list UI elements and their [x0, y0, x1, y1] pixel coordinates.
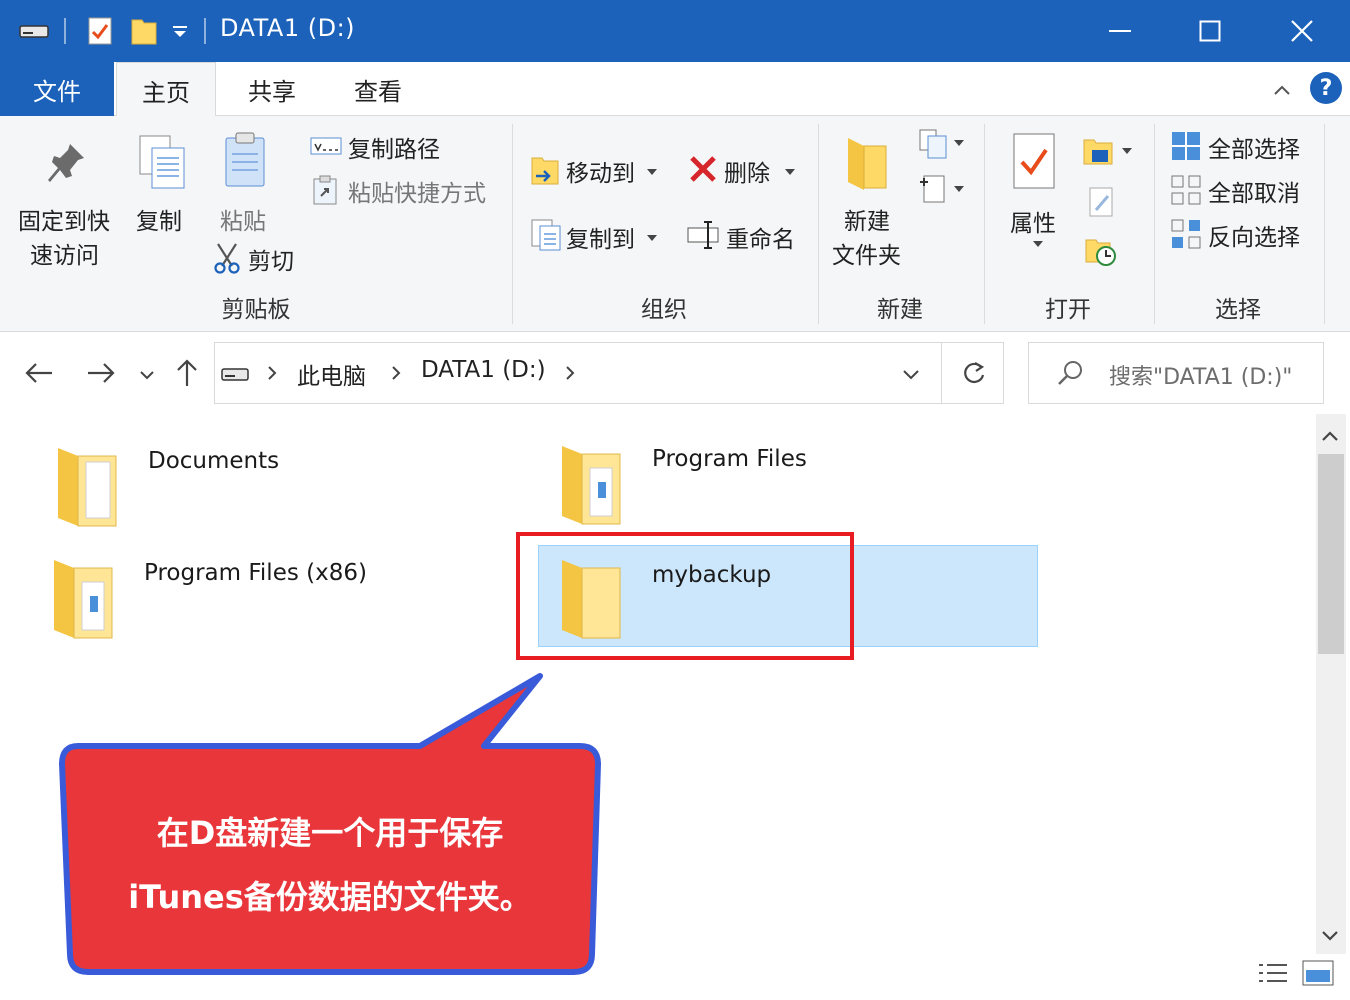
group-separator [512, 124, 513, 324]
new-folder-label-2[interactable]: 文件夹 [832, 236, 901, 270]
callout-text-line-1: 在D盘新建一个用于保存 [156, 814, 504, 852]
chevron-right-icon[interactable] [565, 365, 575, 385]
new-folder-icon [842, 134, 890, 196]
select-none-icon [1170, 174, 1202, 210]
window-title: DATA1 (D:) [220, 14, 356, 42]
chevron-right-icon[interactable] [391, 365, 401, 385]
copy-to-button[interactable]: 复制到 [566, 220, 635, 254]
move-to-button[interactable]: 移动到 [566, 154, 635, 188]
delete-dropdown-icon[interactable] [784, 162, 796, 181]
drive-icon [221, 365, 249, 387]
up-arrow-icon[interactable] [174, 358, 200, 392]
tab-home[interactable]: 主页 [116, 62, 216, 118]
paste-icon [222, 130, 270, 196]
organize-group-label: 组织 [641, 297, 687, 323]
collapse-ribbon-icon[interactable] [1268, 76, 1296, 104]
pin-quick-access-label-2[interactable]: 速访问 [30, 236, 99, 270]
group-separator [1324, 124, 1325, 324]
pin-quick-access-label-1[interactable]: 固定到快 [18, 202, 110, 236]
edit-icon[interactable] [1088, 186, 1116, 222]
copy-path-button[interactable]: 复制路径 [348, 130, 440, 164]
select-all-icon [1170, 130, 1202, 166]
move-to-dropdown-icon[interactable] [646, 162, 658, 181]
group-separator [1154, 124, 1155, 324]
easy-access-icon[interactable] [918, 172, 966, 210]
new-group-label: 新建 [877, 297, 923, 323]
select-none-button[interactable]: 全部取消 [1208, 174, 1300, 208]
search-input[interactable]: 搜索"DATA1 (D:)" [1109, 359, 1292, 391]
new-folder-quick-icon[interactable] [128, 14, 160, 48]
new-item-icon[interactable] [918, 128, 966, 166]
rename-icon [686, 220, 722, 254]
delete-button[interactable]: 删除 [724, 154, 770, 188]
properties-button[interactable]: 属性 [1010, 204, 1056, 238]
copy-button[interactable]: 复制 [136, 202, 182, 236]
tab-view[interactable]: 查看 [328, 62, 428, 116]
copy-path-icon [310, 136, 342, 160]
move-to-icon [530, 152, 560, 190]
new-folder-label-1[interactable]: 新建 [844, 202, 890, 236]
open-icon[interactable] [1082, 136, 1136, 172]
ribbon-tabs: 文件 主页 共享 查看 ? [0, 62, 1350, 118]
rename-button[interactable]: 重命名 [726, 220, 795, 254]
pin-icon [44, 140, 88, 192]
maximize-button[interactable] [1180, 6, 1240, 56]
minimize-button[interactable] [1090, 6, 1150, 56]
back-arrow-icon[interactable] [24, 360, 54, 390]
open-group-label: 打开 [1045, 297, 1091, 323]
paste-shortcut-icon [312, 174, 338, 210]
search-icon [1057, 359, 1085, 391]
customize-quick-access-icon[interactable] [168, 14, 192, 48]
invert-selection-button[interactable]: 反向选择 [1208, 218, 1300, 252]
quick-access-separator [64, 18, 66, 44]
address-divider [941, 343, 942, 403]
delete-icon [688, 154, 718, 188]
refresh-icon[interactable] [961, 359, 987, 391]
title-separator [204, 18, 206, 44]
callout-text-line-2: iTunes备份数据的文件夹。 [128, 878, 532, 916]
paste-button[interactable]: 粘贴 [220, 202, 266, 236]
scroll-up-icon[interactable] [1320, 428, 1340, 447]
select-group-label: 选择 [1215, 297, 1261, 323]
address-history-dropdown-icon[interactable] [901, 367, 921, 386]
forward-arrow-icon[interactable] [86, 360, 116, 390]
copy-to-icon [530, 218, 562, 256]
close-button[interactable] [1272, 6, 1332, 56]
copy-to-dropdown-icon[interactable] [646, 228, 658, 247]
file-list: Documents Program Files Program Files (x… [0, 414, 1316, 1000]
tab-file[interactable]: 文件 [0, 62, 114, 116]
properties-quick-icon[interactable] [84, 14, 116, 48]
ribbon-home: 固定到快 速访问 复制 粘贴 复制路径 粘贴快捷方式 剪切 剪贴板 移动到 删除… [0, 116, 1350, 332]
title-bar: DATA1 (D:) [0, 0, 1350, 62]
history-icon[interactable] [1084, 234, 1118, 272]
scissors-icon [212, 242, 242, 278]
group-separator [818, 124, 819, 324]
help-icon[interactable]: ? [1310, 72, 1342, 104]
breadcrumb-this-pc[interactable]: 此电脑 [297, 357, 366, 391]
recent-locations-icon[interactable] [138, 366, 156, 385]
cut-button[interactable]: 剪切 [248, 242, 294, 276]
copy-icon [136, 134, 188, 196]
invert-selection-icon [1170, 218, 1202, 254]
breadcrumb-drive[interactable]: DATA1 (D:) [421, 357, 546, 383]
scroll-down-icon[interactable] [1320, 928, 1340, 947]
address-bar[interactable]: 此电脑 DATA1 (D:) [214, 342, 1004, 404]
group-separator [984, 124, 985, 324]
chevron-right-icon[interactable] [267, 365, 277, 385]
tab-share[interactable]: 共享 [222, 62, 322, 116]
large-icons-view-icon[interactable] [1302, 960, 1334, 990]
drive-icon[interactable] [18, 14, 50, 46]
clipboard-group-label: 剪贴板 [221, 297, 291, 323]
properties-icon [1010, 132, 1058, 194]
search-box[interactable]: 搜索"DATA1 (D:)" [1028, 342, 1324, 404]
navigation-bar: 此电脑 DATA1 (D:) 搜索"DATA1 (D:)" [0, 332, 1350, 414]
properties-dropdown-icon[interactable] [1032, 234, 1044, 253]
paste-shortcut-button[interactable]: 粘贴快捷方式 [348, 174, 486, 208]
select-all-button[interactable]: 全部选择 [1208, 130, 1300, 164]
details-view-icon[interactable] [1256, 960, 1290, 990]
scrollbar-thumb[interactable] [1318, 454, 1344, 654]
